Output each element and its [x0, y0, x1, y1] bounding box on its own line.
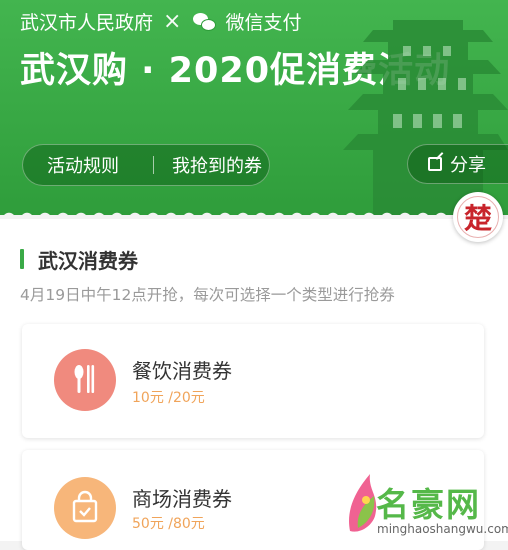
section-subtitle: 4月19日中午12点开抢，每次可选择一个类型进行抢券 — [20, 286, 395, 304]
pay-label: 微信支付 — [225, 12, 302, 34]
coupon-name: 餐饮消费券 — [132, 359, 232, 383]
share-icon — [428, 157, 442, 171]
actions-pill: 活动规则 我抢到的券 — [22, 144, 270, 186]
divider — [153, 156, 154, 174]
chu-seal-logo[interactable]: 楚 — [453, 192, 503, 242]
my-coupons-button[interactable]: 我抢到的券 — [172, 152, 262, 178]
wechat-pay-icon — [193, 12, 217, 31]
coupon-card-food[interactable]: 餐饮消费券 10元 /20元 — [22, 324, 484, 438]
scallop-edge — [0, 207, 508, 219]
gov-label: 武汉市人民政府 — [20, 12, 154, 34]
accent-bar — [20, 249, 24, 269]
utensils-icon — [54, 349, 116, 411]
section-title-text: 武汉消费券 — [38, 248, 138, 273]
activity-banner: 武汉市人民政府 × 微信支付 武汉购 · 2020促消费活动 活动规则 我抢到的… — [0, 0, 508, 215]
rules-button[interactable]: 活动规则 — [23, 152, 145, 178]
separator: × — [163, 8, 182, 34]
coupon-name: 商场消费券 — [132, 487, 232, 511]
share-label: 分享 — [450, 155, 486, 176]
shopping-bag-icon — [54, 477, 116, 539]
watermark-url: minghaoshangwu.com — [377, 522, 508, 536]
header-row: 武汉市人民政府 × 微信支付 — [20, 8, 301, 35]
coupon-price: 50元 /80元 — [132, 516, 205, 532]
watermark-text: 名豪网 — [376, 485, 481, 524]
section-title: 武汉消费券 — [20, 248, 138, 273]
share-button[interactable]: 分享 — [407, 144, 508, 184]
coupon-price: 10元 /20元 — [132, 390, 205, 406]
